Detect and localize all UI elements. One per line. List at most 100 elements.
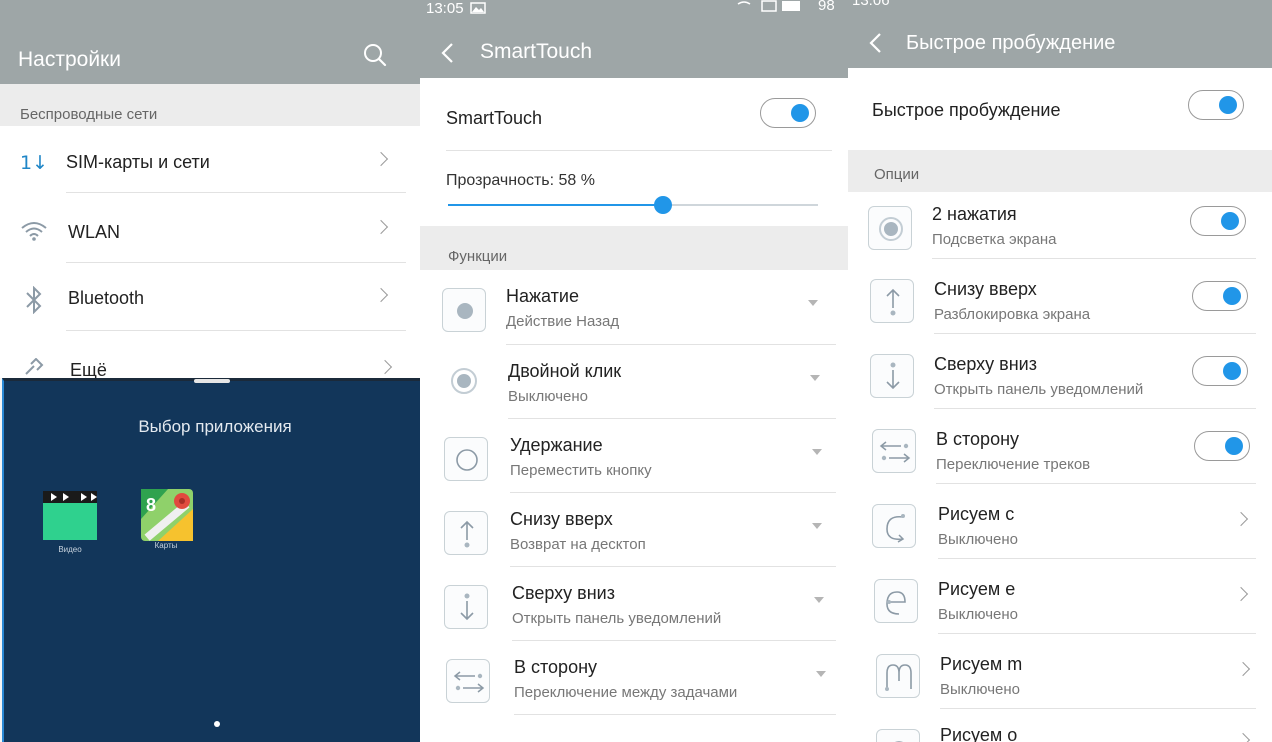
function-subtitle: Возврат на десктоп bbox=[510, 536, 646, 553]
toggle-knob bbox=[1225, 437, 1243, 455]
function-item[interactable]: Снизу вверх Возврат на десктоп bbox=[420, 493, 848, 567]
quick-wake-screen: 13:06 Быстрое пробуждение Быстрое пробуж… bbox=[848, 0, 1272, 742]
tap-icon bbox=[442, 288, 486, 332]
dropdown-arrow-icon bbox=[814, 597, 824, 603]
option-subtitle: Переключение треков bbox=[936, 456, 1091, 473]
page-title: Настройки bbox=[18, 48, 121, 71]
functions-list: Нажатие Действие Назад Двойной клик Выкл… bbox=[420, 270, 848, 742]
draw-e-icon bbox=[874, 579, 918, 623]
chevron-right-icon bbox=[1235, 732, 1251, 742]
section-label: Опции bbox=[874, 166, 920, 183]
toggle-knob bbox=[1219, 96, 1237, 114]
option-title: 2 нажатия bbox=[932, 204, 1017, 224]
section-label: Функции bbox=[448, 248, 508, 265]
transparency-slider-thumb[interactable] bbox=[654, 196, 672, 214]
chevron-right-icon bbox=[1235, 661, 1251, 677]
search-icon[interactable] bbox=[362, 42, 388, 68]
back-arrow-icon[interactable] bbox=[868, 32, 882, 54]
section-header: Функции bbox=[420, 226, 848, 270]
function-item[interactable]: В сторону Переключение между задачами bbox=[420, 641, 848, 715]
option-item[interactable]: Рисуем m Выключено bbox=[848, 642, 1272, 716]
divider bbox=[66, 330, 406, 331]
dropdown-arrow-icon bbox=[812, 523, 822, 529]
function-subtitle: Переключение между задачами bbox=[514, 684, 738, 701]
function-title: Нажатие bbox=[506, 286, 579, 306]
option-toggle[interactable] bbox=[1190, 206, 1246, 236]
back-arrow-icon[interactable] bbox=[440, 42, 454, 64]
divider bbox=[938, 633, 1256, 634]
divider bbox=[938, 558, 1256, 559]
chevron-right-icon bbox=[373, 219, 389, 235]
dialog-title: Выбор приложения bbox=[138, 417, 292, 436]
smarttouch-toggle[interactable] bbox=[760, 98, 816, 128]
option-item[interactable]: Рисуем e Выключено bbox=[848, 567, 1272, 641]
option-title: Рисуем c bbox=[938, 504, 1015, 524]
option-subtitle: Открыть панель уведомлений bbox=[934, 381, 1144, 398]
app-video[interactable]: Видео bbox=[40, 489, 100, 554]
divider bbox=[932, 258, 1256, 259]
option-subtitle: Разблокировка экрана bbox=[934, 306, 1091, 323]
settings-screen: Настройки Беспроводные сети 1↓ SIM-карты… bbox=[0, 0, 420, 742]
drag-handle[interactable] bbox=[194, 379, 230, 383]
chevron-right-icon bbox=[377, 359, 393, 375]
settings-item-bluetooth[interactable]: Bluetooth bbox=[0, 264, 420, 332]
function-item[interactable]: Удержание Переместить кнопку bbox=[420, 419, 848, 493]
divider bbox=[936, 483, 1256, 484]
settings-item-more[interactable]: Ещё bbox=[0, 332, 420, 380]
chevron-right-icon bbox=[373, 287, 389, 303]
app-label: Карты bbox=[154, 541, 178, 550]
draw-m-icon bbox=[876, 654, 920, 698]
option-item[interactable]: Сверху вниз Открыть панель уведомлений bbox=[848, 342, 1272, 416]
more-link-icon bbox=[25, 358, 44, 375]
function-item[interactable]: Нажатие Действие Назад bbox=[420, 270, 848, 344]
svg-text:8: 8 bbox=[146, 495, 156, 515]
app-maps[interactable]: 8 Карты bbox=[136, 489, 196, 550]
page-indicator-dot bbox=[214, 721, 220, 727]
function-subtitle: Переместить кнопку bbox=[510, 462, 652, 479]
option-toggle[interactable] bbox=[1194, 431, 1250, 461]
option-subtitle: Выключено bbox=[938, 531, 1018, 548]
smarttouch-settings: SmartTouch Прозрачность: 58 % bbox=[420, 78, 848, 226]
option-toggle[interactable] bbox=[1192, 281, 1248, 311]
divider bbox=[66, 192, 406, 193]
video-app-icon bbox=[43, 491, 97, 540]
settings-item-label: SIM-карты и сети bbox=[66, 152, 210, 172]
option-item[interactable]: Рисуем o bbox=[848, 717, 1272, 742]
toggle-knob bbox=[1221, 212, 1239, 230]
swipe-side-icon bbox=[446, 659, 490, 703]
function-title: Удержание bbox=[510, 435, 603, 455]
settings-item-wlan[interactable]: WLAN bbox=[0, 194, 420, 262]
settings-item-sim[interactable]: 1↓ SIM-карты и сети bbox=[0, 126, 420, 194]
sim-signal-icon: 1↓ bbox=[20, 152, 44, 172]
option-toggle[interactable] bbox=[1192, 356, 1248, 386]
option-item[interactable]: Снизу вверх Разблокировка экрана bbox=[848, 267, 1272, 341]
function-item[interactable]: Сверху вниз Открыть панель уведомлений bbox=[420, 567, 848, 641]
toggle-knob bbox=[1223, 362, 1241, 380]
option-subtitle: Подсветка экрана bbox=[932, 231, 1057, 248]
svg-text:1↓: 1↓ bbox=[20, 152, 44, 172]
transparency-slider-track[interactable] bbox=[448, 196, 818, 214]
battery-level: 98 bbox=[818, 0, 835, 14]
function-item[interactable]: Двойной клик Выключено bbox=[420, 345, 848, 419]
option-item[interactable]: 2 нажатия Подсветка экрана bbox=[848, 192, 1272, 266]
quick-wake-toggle[interactable] bbox=[1188, 90, 1244, 120]
wifi-icon bbox=[21, 222, 47, 241]
divider bbox=[66, 262, 406, 263]
option-item[interactable]: В сторону Переключение треков bbox=[848, 417, 1272, 491]
status-bar: 13:05 98 bbox=[420, 0, 848, 18]
option-title: В сторону bbox=[936, 429, 1020, 449]
swipe-side-icon bbox=[872, 429, 916, 473]
quick-wake-appbar: 13:06 Быстрое пробуждение bbox=[848, 0, 1272, 68]
maps-app-icon: 8 bbox=[141, 489, 193, 541]
transparency-slider-fill bbox=[448, 204, 663, 206]
option-item[interactable]: Рисуем c Выключено bbox=[848, 492, 1272, 566]
image-notification-icon bbox=[470, 2, 486, 14]
toggle-knob bbox=[791, 104, 809, 122]
transparency-label: Прозрачность: 58 % bbox=[446, 172, 595, 189]
app-chooser-dialog: Выбор приложения Видео 8 Карты bbox=[2, 378, 420, 742]
chevron-right-icon bbox=[1233, 511, 1249, 527]
option-title: Снизу вверх bbox=[934, 279, 1037, 299]
function-title: В сторону bbox=[514, 657, 598, 677]
divider bbox=[934, 408, 1256, 409]
function-subtitle: Открыть панель уведомлений bbox=[512, 610, 722, 627]
